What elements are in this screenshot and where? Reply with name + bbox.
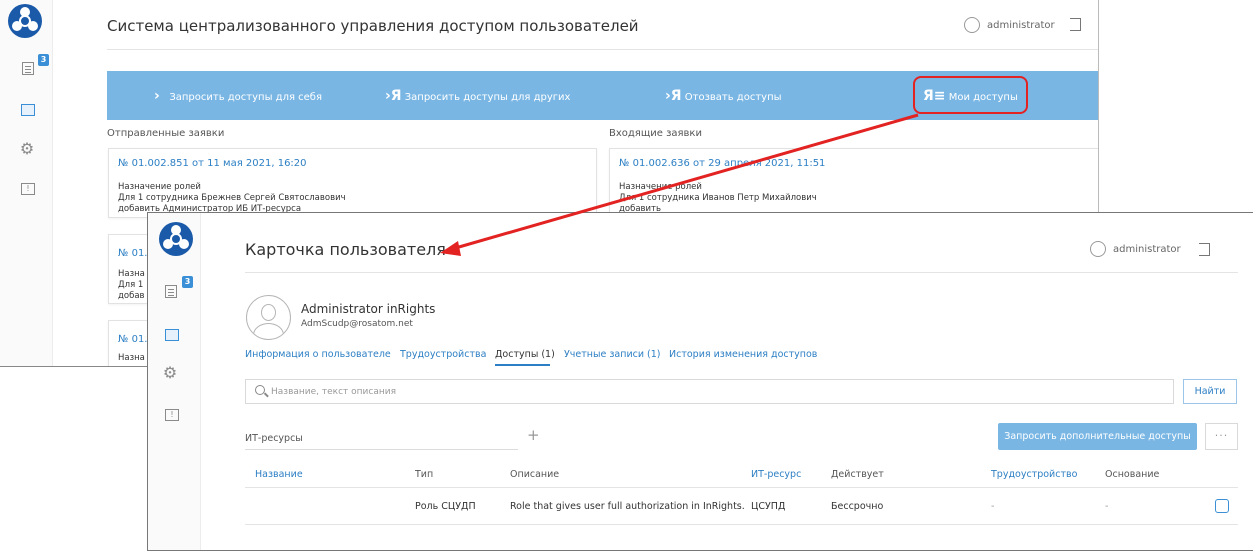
annotation-arrow xyxy=(440,113,919,256)
